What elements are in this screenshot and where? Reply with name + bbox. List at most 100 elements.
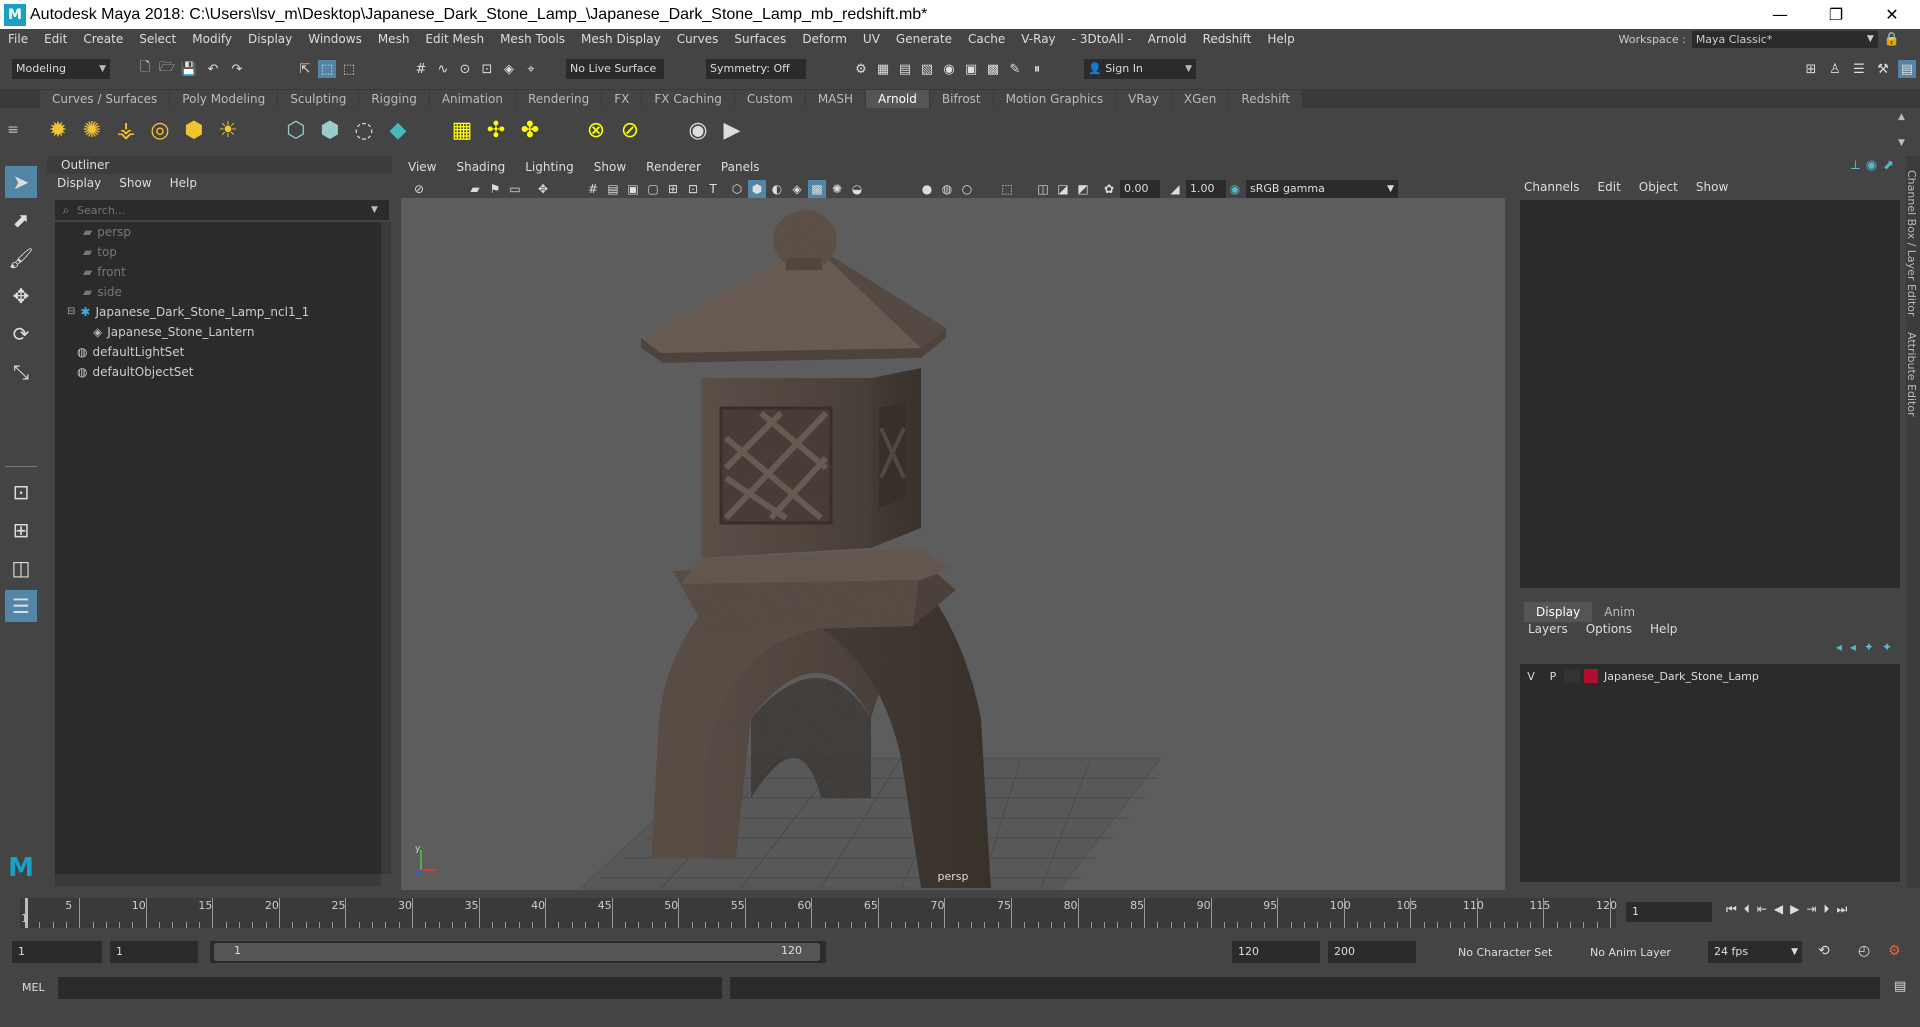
shelf-scroll-up-icon[interactable]: ▲	[1898, 112, 1905, 122]
outliner-menu-show[interactable]: Show	[119, 174, 151, 192]
default-material-icon[interactable]: ◐	[768, 180, 786, 198]
modeling-toolkit-icon[interactable]: ⊞	[1802, 60, 1820, 78]
menu-generate[interactable]: Generate	[888, 32, 960, 46]
shelf-tab-redshift[interactable]: Redshift	[1229, 90, 1303, 108]
redo-icon[interactable]: ↷	[228, 60, 246, 78]
layer-menu-options[interactable]: Options	[1586, 622, 1632, 636]
shadows-icon[interactable]: ◒	[848, 180, 866, 198]
menu-file[interactable]: File	[0, 32, 36, 46]
menu-edit-mesh[interactable]: Edit Mesh	[417, 32, 492, 46]
shelf-menu-icon[interactable]: ≡	[4, 116, 22, 144]
spot-light-icon[interactable]: ⚶	[112, 116, 140, 144]
end-time-field[interactable]: 200	[1328, 941, 1416, 963]
shelf-tab-vray[interactable]: VRay	[1116, 90, 1171, 108]
menu-redshift[interactable]: Redshift	[1195, 32, 1260, 46]
redshift-render-icon[interactable]: ▩	[984, 60, 1002, 78]
play-forwards-icon[interactable]: ▶	[1790, 902, 1799, 917]
tab-anim[interactable]: Anim	[1592, 602, 1647, 622]
motion-blur-icon[interactable]: ◍	[938, 180, 956, 198]
screen-space-ao-icon[interactable]: ●	[918, 180, 936, 198]
outliner-search-input[interactable]	[77, 203, 371, 217]
exposure-field[interactable]: 0.00	[1120, 180, 1160, 198]
grid-toggle-icon[interactable]: #	[584, 180, 602, 198]
human-ik-icon[interactable]: ♙	[1826, 60, 1844, 78]
step-forward-key-icon[interactable]: ⇥	[1806, 902, 1816, 917]
exposure-icon[interactable]: ✿	[1100, 180, 1118, 198]
script-editor-icon[interactable]: ▤	[1894, 979, 1906, 994]
color-space-dropdown[interactable]: sRGB gamma ▼	[1246, 180, 1398, 198]
new-layer-selected-icon[interactable]: ✦	[1864, 640, 1874, 654]
menu-vray[interactable]: V-Ray	[1013, 32, 1063, 46]
collapse-icon[interactable]: ⊟	[67, 302, 75, 322]
fps-dropdown[interactable]: 24 fps ▼	[1708, 941, 1802, 963]
single-perspective-view-icon[interactable]: ⊡	[5, 476, 37, 508]
image-plane-icon[interactable]: ▭	[506, 180, 524, 198]
current-frame-field[interactable]: 1	[1626, 902, 1712, 922]
tab-display[interactable]: Display	[1524, 602, 1593, 622]
xray-icon[interactable]: ◫	[1034, 180, 1052, 198]
shelf-tab-poly-modeling[interactable]: Poly Modeling	[170, 90, 278, 108]
export-standin-icon[interactable]: ⬢	[316, 116, 344, 144]
shelf-tab-arnold[interactable]: Arnold	[866, 90, 929, 108]
close-button[interactable]: ✕	[1864, 0, 1920, 29]
menu-windows[interactable]: Windows	[300, 32, 370, 46]
lock-icon[interactable]: 🔒	[1884, 32, 1900, 47]
shelf-tab-mash[interactable]: MASH	[805, 90, 866, 108]
menu-edit[interactable]: Edit	[36, 32, 75, 46]
four-view-layout-icon[interactable]: ⊞	[5, 514, 37, 546]
render-preview-icon[interactable]: ◉	[684, 116, 712, 144]
time-slider-track[interactable]: 5 10 15 20 25 30 35 40 45 50 55 60 65 70 75 80 85 90 95 100…	[20, 898, 1617, 928]
two-view-layout-icon[interactable]: ◫	[5, 552, 37, 584]
tab-attribute-editor[interactable]: Attribute Editor	[1905, 332, 1918, 417]
use-all-lights-icon[interactable]: ✺	[828, 180, 846, 198]
sign-in-button[interactable]: 👤 Sign In ▼	[1084, 59, 1196, 79]
channel-box-menu-show[interactable]: Show	[1696, 180, 1728, 194]
range-slider-bar[interactable]	[214, 943, 820, 961]
gamma-field[interactable]: 1.00	[1186, 180, 1226, 198]
safe-title-icon[interactable]: T	[704, 180, 722, 198]
open-scene-icon[interactable]: 🗁	[158, 60, 176, 78]
outliner-item-top[interactable]: ▰ top	[83, 242, 117, 262]
field-chart-icon[interactable]: ⊞	[664, 180, 682, 198]
channel-box-menu-channels[interactable]: Channels	[1524, 180, 1580, 194]
save-scene-icon[interactable]: 💾	[180, 60, 198, 78]
mesh-light-icon[interactable]: ⬢	[180, 116, 208, 144]
globe-icon[interactable]: ◉	[1866, 158, 1877, 173]
animation-preferences-icon[interactable]: ⚙	[1888, 943, 1901, 959]
axis-icon[interactable]: ⟂	[1851, 158, 1860, 173]
shelf-tab-bifrost[interactable]: Bifrost	[929, 90, 993, 108]
shelf-tab-rigging[interactable]: Rigging	[359, 90, 429, 108]
character-set-dropdown[interactable]: No Character Set	[1436, 943, 1572, 963]
wireframe-icon[interactable]: ⬡	[728, 180, 746, 198]
shelf-tab-fx[interactable]: FX	[602, 90, 642, 108]
outliner-item-front[interactable]: ▰ front	[83, 262, 126, 282]
layer-row[interactable]: V P Japanese_Dark_Stone_Lamp	[1520, 666, 1900, 686]
menu-arnold[interactable]: Arnold	[1140, 32, 1195, 46]
gamma-icon[interactable]: ◢	[1166, 180, 1184, 198]
gate-mask-icon[interactable]: ▢	[644, 180, 662, 198]
curve-collector-icon[interactable]: ◌	[350, 116, 378, 144]
snap-grid-icon[interactable]: #	[412, 60, 430, 78]
move-layer-up-icon[interactable]: ◂	[1836, 640, 1842, 654]
menu-help[interactable]: Help	[1259, 32, 1302, 46]
workspace-dropdown[interactable]: Maya Classic* ▼	[1691, 31, 1878, 48]
menu-display[interactable]: Display	[240, 32, 300, 46]
snap-surface-icon[interactable]: ◈	[500, 60, 518, 78]
symmetry-dropdown[interactable]: Symmetry: Off	[706, 59, 806, 79]
new-scene-icon[interactable]: 🗋	[136, 60, 154, 78]
auto-key-icon[interactable]: ◴	[1858, 943, 1870, 959]
outliner-item-default-object-set[interactable]: ◍ defaultObjectSet	[77, 362, 194, 382]
live-surface-field[interactable]: No Live Surface	[566, 59, 664, 79]
outliner-item-lamp-group[interactable]: ⊟ ✱ Japanese_Dark_Stone_Lamp_ncl1_1	[67, 302, 309, 322]
go-to-end-icon[interactable]: ⏭	[1836, 902, 1847, 917]
outliner-menu-display[interactable]: Display	[57, 174, 101, 192]
layer-visibility-toggle[interactable]: V	[1520, 670, 1542, 683]
shelf-tab-fx-caching[interactable]: FX Caching	[642, 90, 734, 108]
outliner-horizontal-scrollbar[interactable]	[55, 874, 381, 886]
viewport-menu-show[interactable]: Show	[594, 160, 626, 174]
start-time-field[interactable]: 1	[12, 941, 102, 963]
menu-mesh-display[interactable]: Mesh Display	[573, 32, 669, 46]
color-management-icon[interactable]: ◉	[1226, 180, 1244, 198]
lasso-tool-icon[interactable]: ⬈	[5, 204, 37, 236]
area-light-icon[interactable]: ✹	[44, 116, 72, 144]
